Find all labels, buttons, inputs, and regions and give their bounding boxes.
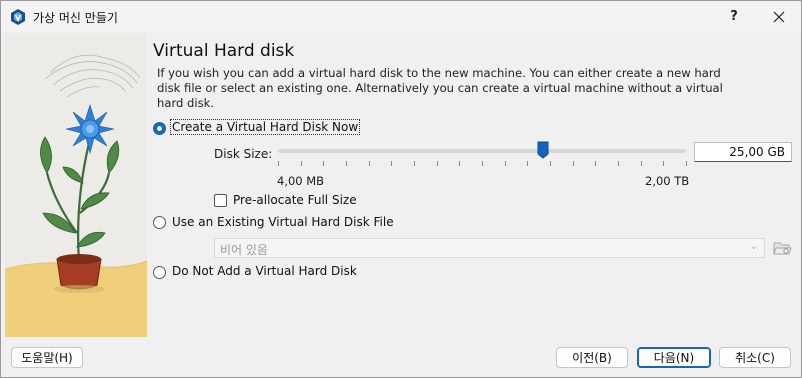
disk-size-slider-thumb[interactable]: [537, 141, 549, 159]
slider-tick: [482, 161, 483, 166]
disk-size-label: Disk Size:: [214, 147, 273, 161]
preallocate-checkbox[interactable]: [214, 194, 227, 207]
slider-tick: [346, 161, 347, 166]
slider-tick: [323, 161, 324, 166]
window-title: 가상 머신 만들기: [33, 11, 118, 25]
slider-tick: [278, 161, 279, 166]
slider-tick: [414, 161, 415, 166]
slider-tick: [686, 161, 687, 166]
create-disk-radio[interactable]: [153, 122, 166, 135]
existing-disk-combo-value: 비어 있음: [220, 243, 268, 257]
existing-disk-combo[interactable]: 비어 있음 ⌄: [214, 238, 765, 258]
existing-disk-label[interactable]: Use an Existing Virtual Hard Disk File: [172, 215, 394, 229]
no-disk-label[interactable]: Do Not Add a Virtual Hard Disk: [172, 264, 357, 278]
slider-tick: [663, 161, 664, 166]
help-title-button[interactable]: ?: [717, 1, 751, 32]
slider-tick: [437, 161, 438, 166]
slider-tick: [505, 161, 506, 166]
create-vm-dialog: 가상 머신 만들기 ? Virtual Hard disk If you wis…: [0, 0, 802, 378]
create-disk-label-text: Create a Virtual Hard Disk Now: [169, 119, 361, 135]
page-description: If you wish you can add a virtual hard d…: [157, 66, 723, 110]
slider-tick: [618, 161, 619, 166]
back-button[interactable]: 이전(B): [556, 347, 628, 368]
help-title-label: ?: [730, 9, 738, 24]
slider-tick: [369, 161, 370, 166]
virtualbox-logo-icon: [11, 9, 25, 25]
slider-tick: [573, 161, 574, 166]
button-bar: 도움말(H) 이전(B) 다음(N) 취소(C): [1, 337, 801, 377]
slider-tick: [391, 161, 392, 166]
create-disk-label[interactable]: Create a Virtual Hard Disk Now: [169, 119, 361, 135]
disk-size-min-label: 4,00 MB: [277, 174, 325, 188]
slider-tick: [459, 161, 460, 166]
title-bar: 가상 머신 만들기 ?: [1, 1, 801, 32]
slider-tick: [595, 161, 596, 166]
preallocate-label[interactable]: Pre-allocate Full Size: [233, 193, 357, 207]
folder-open-icon[interactable]: [772, 238, 792, 258]
disk-size-max-label: 2,00 TB: [645, 174, 690, 188]
close-button[interactable]: [761, 1, 797, 32]
chevron-down-icon: ⌄: [749, 241, 758, 252]
page-title: Virtual Hard disk: [153, 41, 295, 61]
help-button[interactable]: 도움말(H): [11, 347, 83, 368]
wizard-illustration: [5, 33, 147, 337]
slider-tick: [550, 161, 551, 166]
close-icon: [773, 11, 785, 22]
flower-pot-illustration: [5, 33, 147, 337]
slider-tick: [641, 161, 642, 166]
no-disk-radio[interactable]: [153, 266, 166, 279]
next-button[interactable]: 다음(N): [637, 347, 711, 368]
disk-size-slider-track[interactable]: [278, 149, 686, 153]
disk-size-input[interactable]: [694, 142, 792, 162]
slider-tick: [301, 161, 302, 166]
existing-disk-radio[interactable]: [153, 216, 166, 229]
slider-tick: [527, 161, 528, 166]
cancel-button[interactable]: 취소(C): [719, 347, 791, 368]
